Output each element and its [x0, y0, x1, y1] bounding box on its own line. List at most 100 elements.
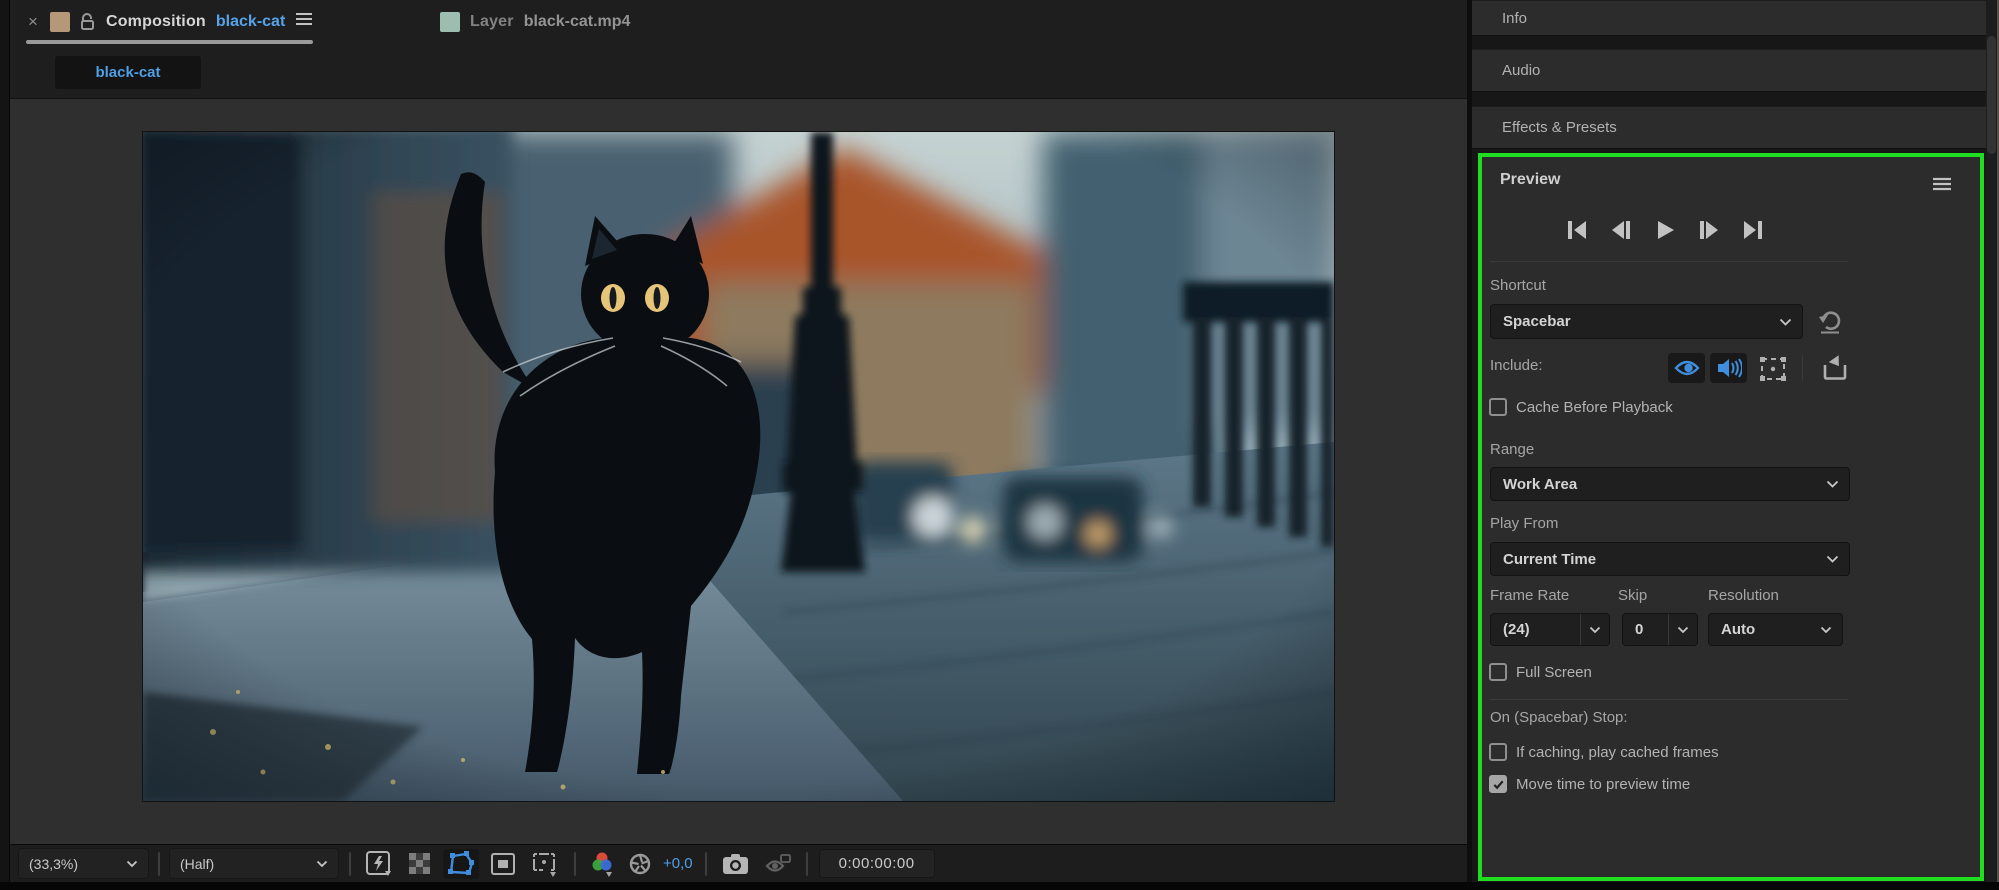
mask-shape-visibility-icon[interactable]: [443, 848, 479, 879]
resolution-preview-value: Auto: [1721, 621, 1756, 638]
include-video-button[interactable]: [1668, 353, 1705, 383]
snapshot-camera-icon[interactable]: [719, 849, 752, 879]
chevron-down-icon: [316, 860, 328, 868]
lock-icon[interactable]: [80, 12, 96, 31]
video-vignette: [143, 132, 1334, 801]
adjust-exposure-icon[interactable]: [625, 849, 655, 879]
panel-audio-label: Audio: [1502, 62, 1541, 79]
panel-info-label: Info: [1502, 9, 1528, 27]
include-label: Include:: [1490, 357, 1543, 374]
tab-menu-icon[interactable]: [295, 12, 313, 31]
toolbar-separator: [805, 851, 808, 876]
active-tab-underline: [26, 40, 314, 44]
range-dropdown[interactable]: Work Area: [1490, 467, 1850, 501]
divider: [1490, 699, 1848, 700]
if-caching-checkbox[interactable]: [1489, 743, 1507, 761]
tab-composition-name: black-cat: [215, 12, 286, 30]
composition-viewport-video[interactable]: [143, 132, 1334, 801]
last-frame-button[interactable]: [1742, 219, 1764, 241]
chevron-down-icon: [1779, 318, 1792, 326]
move-time-row: Move time to preview time: [1489, 775, 1690, 793]
exposure-value[interactable]: +0,0: [663, 855, 693, 872]
transparency-grid-icon[interactable]: [405, 849, 435, 879]
cache-before-playback-row: Cache Before Playback: [1489, 398, 1673, 416]
breadcrumb-composition[interactable]: black-cat: [55, 56, 201, 89]
panel-tab-info[interactable]: Info: [1472, 0, 1986, 36]
shortcut-dropdown[interactable]: Spacebar: [1490, 304, 1803, 339]
window-bottom-edge: [0, 882, 1999, 890]
panel-tab-audio[interactable]: Audio: [1472, 49, 1986, 92]
timecode-value: 0:00:00:00: [838, 855, 915, 872]
tab-layer[interactable]: Layer black-cat.mp4: [440, 0, 630, 43]
include-overlays-icon[interactable]: [1759, 356, 1787, 382]
panel-tab-effects-presets[interactable]: Effects & Presets: [1472, 106, 1986, 149]
play-from-value: Current Time: [1503, 550, 1597, 568]
toolbar-separator: [574, 851, 576, 876]
magnification-value: (33,3%): [29, 855, 79, 872]
resolution-preview-label: Resolution: [1708, 587, 1779, 604]
transport-controls: [1566, 219, 1764, 241]
toolbar-separator: [704, 851, 707, 876]
resolution-preview-dropdown[interactable]: Auto: [1708, 613, 1843, 646]
tab-layer-name: black-cat.mp4: [523, 12, 631, 30]
range-value: Work Area: [1503, 475, 1578, 493]
previous-frame-button[interactable]: [1610, 219, 1632, 241]
chevron-down-icon: [1668, 614, 1697, 645]
composition-viewer[interactable]: [10, 98, 1467, 844]
tab-layer-label: Layer: [470, 12, 514, 30]
resolution-value: (Half): [180, 855, 215, 872]
reset-shortcut-icon[interactable]: [1816, 307, 1844, 335]
magnification-dropdown[interactable]: (33,3%): [18, 848, 149, 879]
frame-rate-dropdown[interactable]: (24): [1490, 613, 1610, 646]
tab-composition[interactable]: × Composition black-cat: [26, 0, 314, 44]
skip-dropdown[interactable]: 0: [1622, 613, 1698, 646]
shortcut-value: Spacebar: [1503, 313, 1571, 330]
if-caching-label: If caching, play cached frames: [1516, 743, 1719, 761]
play-from-label: Play From: [1490, 515, 1559, 532]
cat-video-frame: [143, 132, 1334, 801]
play-from-dropdown[interactable]: Current Time: [1490, 542, 1850, 576]
chevron-down-icon: [1820, 626, 1832, 634]
cache-before-playback-label: Cache Before Playback: [1516, 398, 1673, 416]
chevron-down-icon: [1580, 614, 1609, 645]
toolbar-separator: [349, 851, 351, 876]
fast-preview-icon[interactable]: [361, 849, 397, 879]
first-frame-button[interactable]: [1566, 219, 1588, 241]
composition-panel: × Composition black-cat Layer black-cat.…: [10, 0, 1467, 882]
guides-options-icon[interactable]: [527, 849, 563, 879]
window-left-edge: [0, 0, 10, 890]
divider: [1490, 261, 1848, 262]
play-button[interactable]: [1654, 219, 1676, 241]
resolution-dropdown[interactable]: (Half): [169, 848, 339, 879]
eye-icon: [1673, 360, 1700, 376]
close-tab-icon[interactable]: ×: [26, 13, 40, 30]
layer-color-swatch: [440, 11, 460, 32]
viewer-toolbar: (33,3%) (Half) +0,0 0:00:00:00: [10, 844, 1467, 882]
panel-effects-presets-label: Effects & Presets: [1502, 119, 1617, 136]
breadcrumb-row: black-cat: [10, 47, 1467, 98]
check-icon: [1493, 780, 1504, 789]
shortcut-label: Shortcut: [1490, 277, 1546, 294]
cache-before-playback-checkbox[interactable]: [1489, 398, 1507, 416]
chevron-down-icon: [1826, 555, 1839, 563]
show-channels-icon[interactable]: [587, 849, 619, 879]
timecode-field[interactable]: 0:00:00:00: [818, 849, 935, 878]
include-audio-button[interactable]: [1710, 353, 1747, 383]
range-label: Range: [1490, 441, 1535, 458]
show-snapshot-icon[interactable]: [761, 849, 795, 879]
on-spacebar-stop-label: On (Spacebar) Stop:: [1490, 709, 1628, 726]
region-of-interest-icon[interactable]: [487, 849, 519, 879]
chevron-down-icon: [126, 860, 138, 868]
send-to-device-icon[interactable]: [1822, 355, 1848, 381]
panel-scrollbar-thumb[interactable]: [1987, 36, 1996, 154]
if-caching-row: If caching, play cached frames: [1489, 743, 1719, 761]
skip-value: 0: [1635, 621, 1644, 638]
move-time-checkbox[interactable]: [1489, 775, 1507, 793]
breadcrumb-label: black-cat: [95, 64, 161, 81]
preview-panel-title: Preview: [1500, 171, 1561, 188]
full-screen-checkbox[interactable]: [1489, 663, 1507, 681]
preview-panel-menu-icon[interactable]: [1932, 177, 1952, 196]
next-frame-button[interactable]: [1698, 219, 1720, 241]
toolbar-separator: [158, 851, 160, 876]
composition-color-swatch: [49, 11, 70, 32]
